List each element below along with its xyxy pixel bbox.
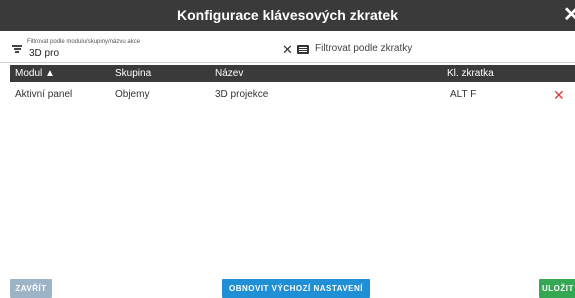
close-button[interactable]: ZAVŘÍT bbox=[10, 279, 52, 298]
filter-field-label: Filtrovat podle modulu/skupiny/názvu akc… bbox=[27, 39, 141, 45]
clear-icon[interactable]: ✕ bbox=[282, 43, 293, 56]
column-header-skupina[interactable]: Skupina bbox=[115, 65, 151, 82]
delete-shortcut-icon[interactable]: ✕ bbox=[553, 88, 565, 102]
table-row[interactable]: Aktivní panel Objemy 3D projekce ALT F bbox=[10, 86, 575, 104]
filter-underline bbox=[0, 62, 575, 63]
shortcut-filter-input[interactable]: Filtrovat podle zkratky bbox=[315, 43, 412, 54]
filter-bar: Filtrovat podle modulu/skupiny/názvu akc… bbox=[0, 31, 575, 63]
reset-defaults-button[interactable]: OBNOVIT VÝCHOZÍ NASTAVENÍ bbox=[222, 279, 370, 298]
cell-nazev: 3D projekce bbox=[215, 89, 269, 100]
cell-modul: Aktivní panel bbox=[15, 89, 73, 100]
keyboard-icon[interactable] bbox=[297, 45, 309, 54]
cell-zkratka[interactable]: ALT F bbox=[450, 86, 476, 104]
filter-input[interactable]: 3D pro bbox=[29, 48, 59, 59]
save-button[interactable]: ULOŽIT bbox=[539, 279, 575, 298]
column-header-modul[interactable]: Modul ▲ bbox=[15, 65, 55, 82]
column-header-zkratka[interactable]: Kl. zkratka bbox=[447, 65, 494, 82]
dialog-title-bar: Konfigurace klávesových zkratek ✕ bbox=[0, 0, 575, 31]
cell-skupina: Objemy bbox=[115, 89, 150, 100]
dialog-footer: ZAVŘÍT OBNOVIT VÝCHOZÍ NASTAVENÍ ULOŽIT bbox=[0, 279, 575, 298]
close-icon[interactable]: ✕ bbox=[563, 5, 575, 25]
table-header: Modul ▲ Skupina Název Kl. zkratka bbox=[10, 65, 575, 82]
dialog-title: Konfigurace klávesových zkratek bbox=[177, 7, 398, 23]
column-header-nazev[interactable]: Název bbox=[215, 65, 243, 82]
filter-lines-icon bbox=[12, 45, 22, 53]
